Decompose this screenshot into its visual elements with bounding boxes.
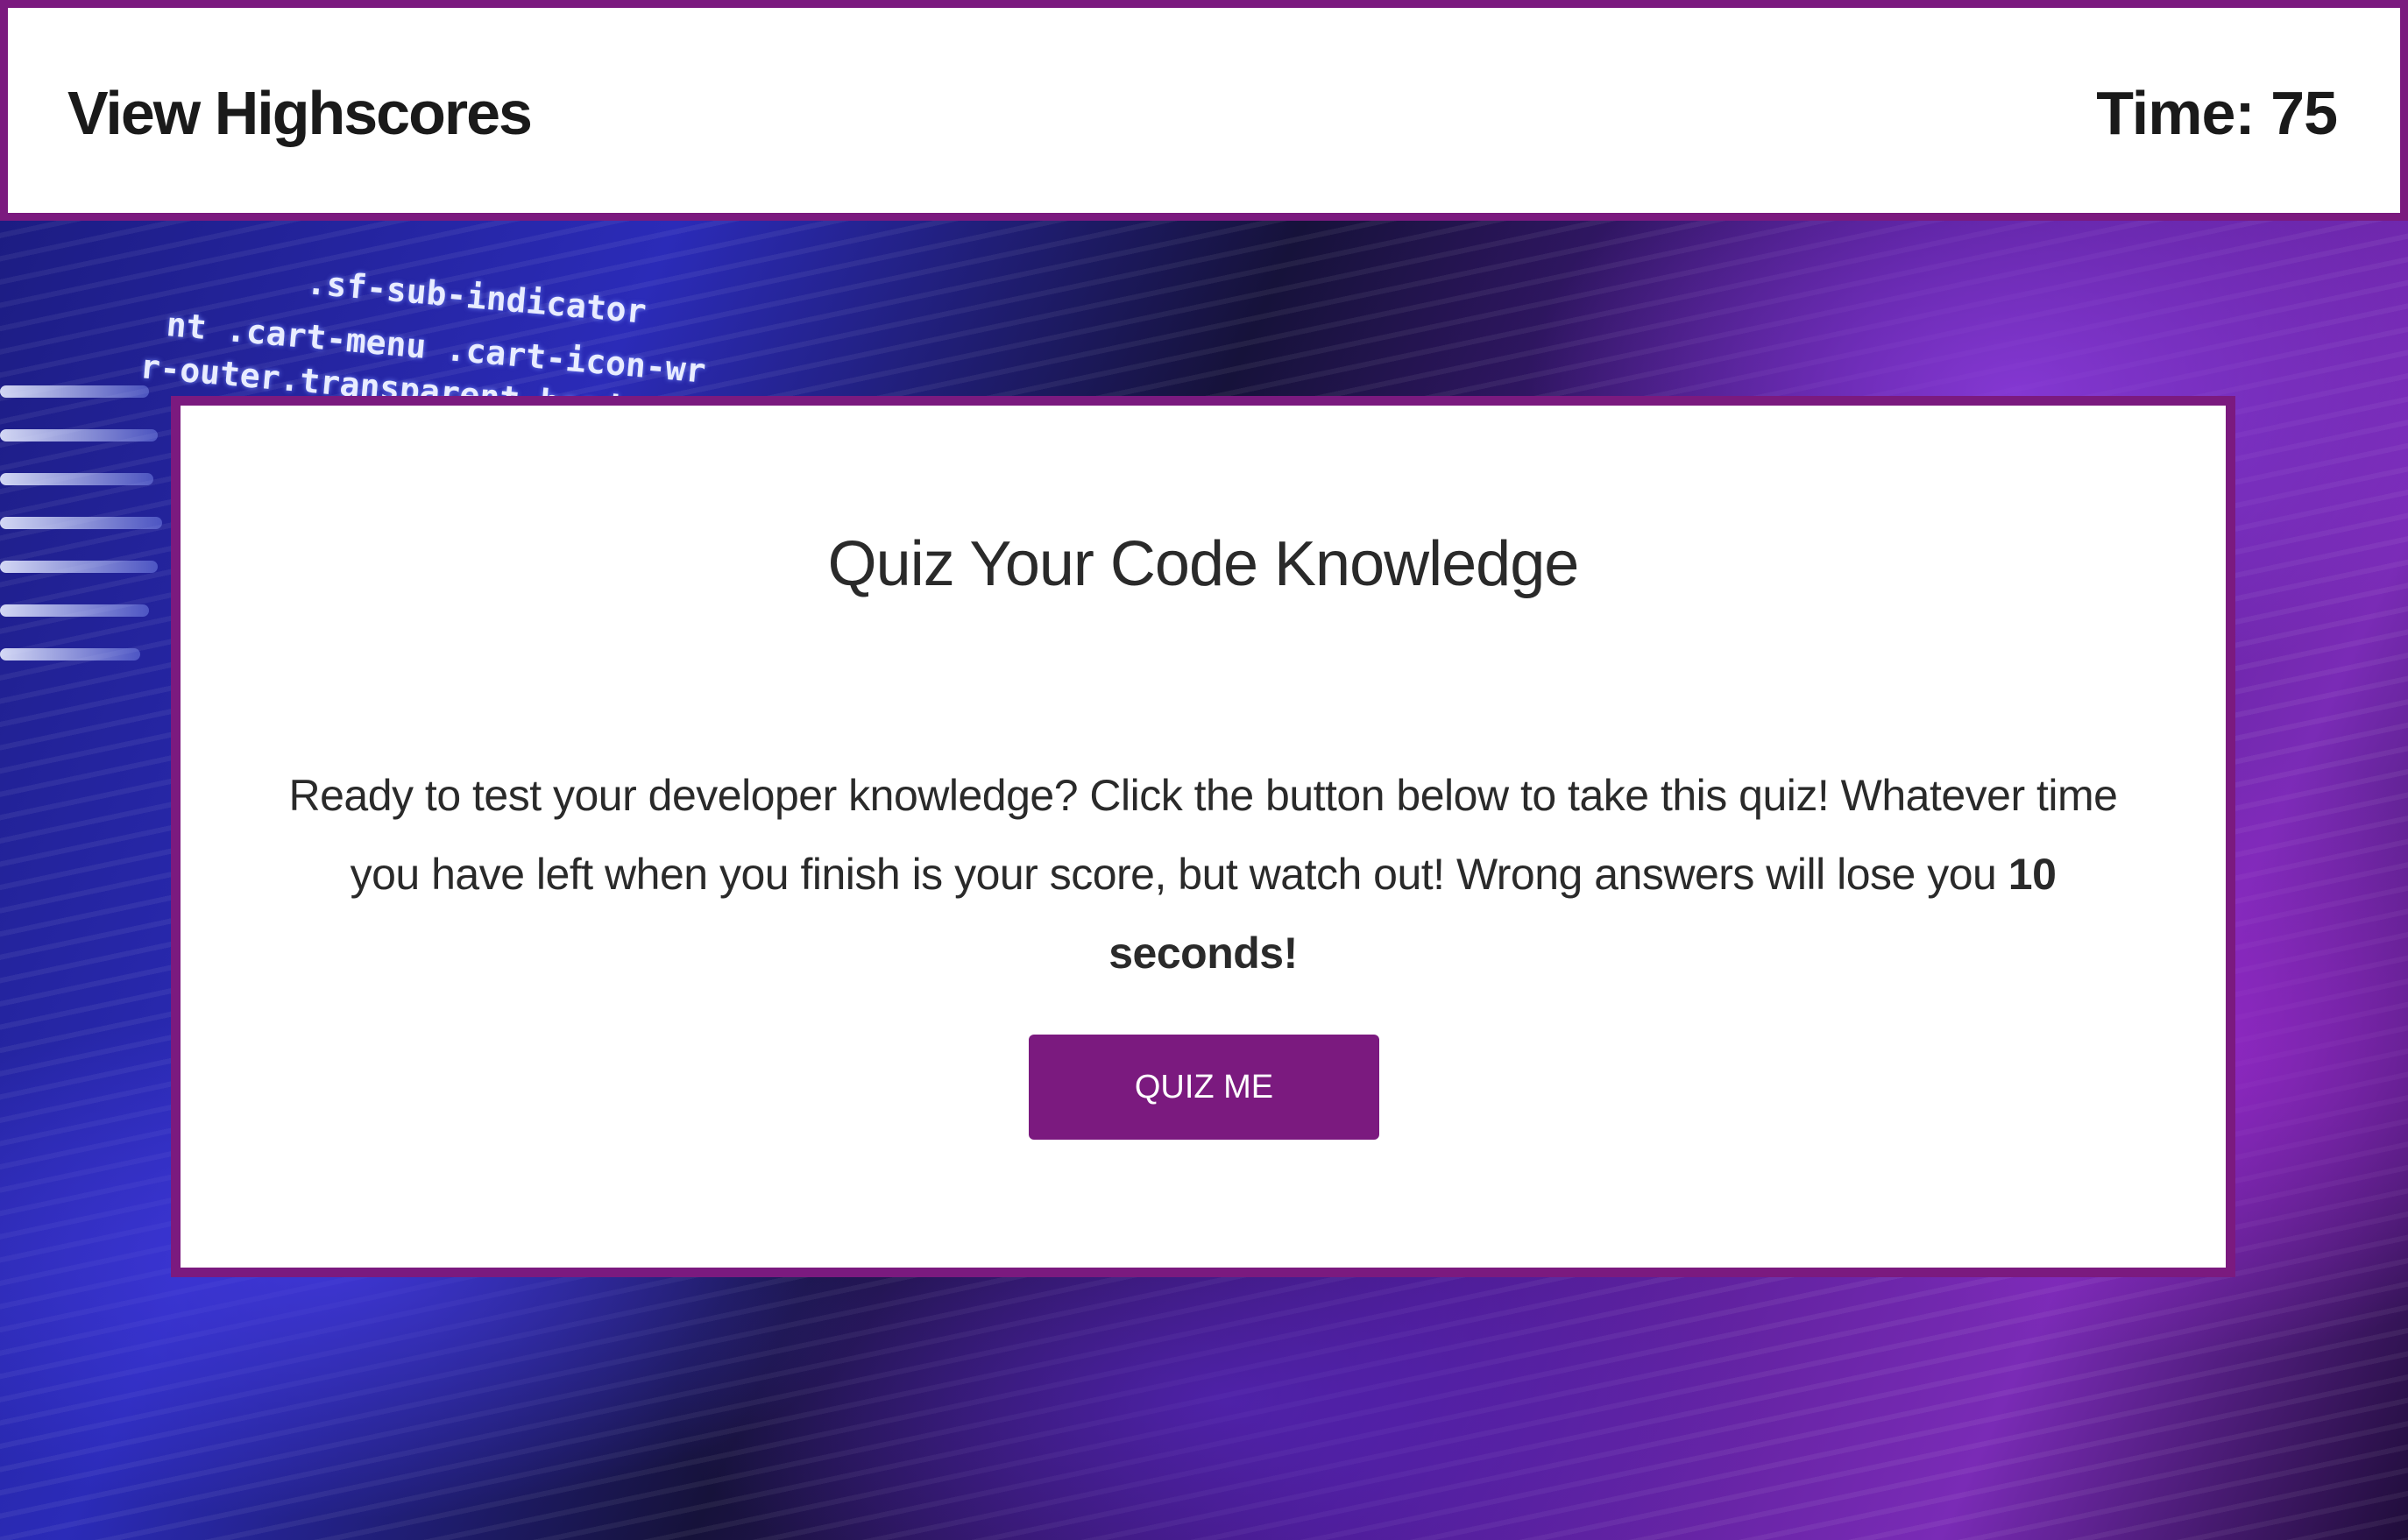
timer: Time: 75 (2096, 79, 2338, 147)
quiz-me-button[interactable]: QUIZ ME (1029, 1035, 1379, 1140)
intro-description-text: Ready to test your developer knowledge? … (288, 771, 2118, 899)
view-highscores-link[interactable]: View Highscores (67, 78, 533, 148)
background-streak (0, 517, 162, 529)
intro-card: Quiz Your Code Knowledge Ready to test y… (171, 396, 2235, 1277)
background-streak (0, 473, 153, 485)
background-streak (0, 648, 140, 661)
page-title: Quiz Your Code Knowledge (827, 529, 1580, 599)
intro-description: Ready to test your developer knowledge? … (277, 756, 2129, 993)
top-bar: View Highscores Time: 75 (0, 0, 2408, 221)
background-streak (0, 385, 149, 398)
background-streak (0, 429, 158, 442)
background-streak (0, 604, 149, 617)
background-streak (0, 561, 158, 573)
